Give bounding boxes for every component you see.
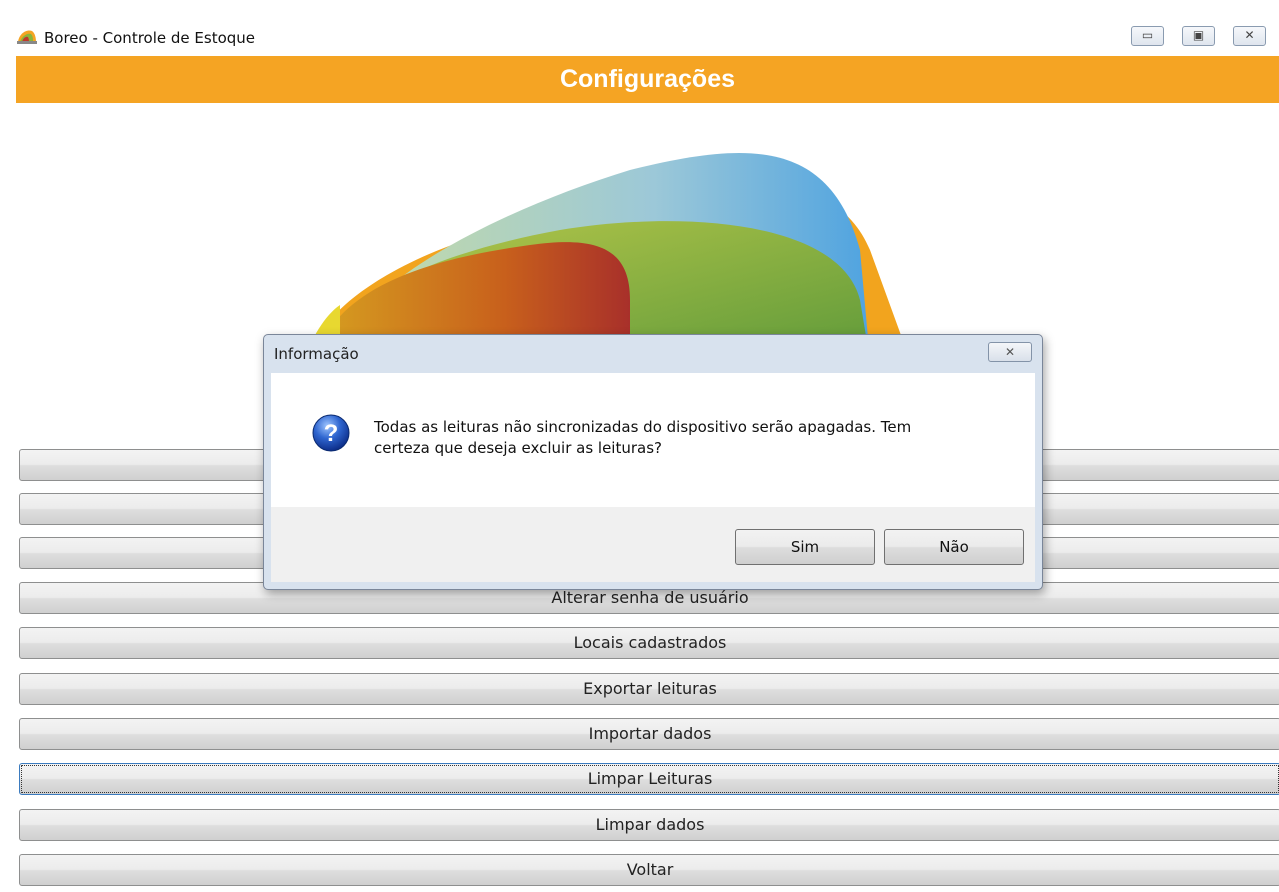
app-logo-icon: [17, 30, 37, 44]
company-logo: [305, 152, 910, 360]
dialog-message-line-2: certeza que deseja excluir as leituras?: [374, 439, 662, 457]
maximize-button[interactable]: ▣: [1182, 26, 1215, 46]
header-band: Configurações: [16, 56, 1279, 103]
minimize-button[interactable]: ▭: [1131, 26, 1164, 46]
clear-data-button[interactable]: Limpar dados: [19, 809, 1279, 841]
close-icon: ✕: [1004, 345, 1016, 359]
svg-text:?: ?: [324, 420, 339, 447]
dialog-title: Informação: [274, 345, 359, 363]
dialog-body: ? Todas as leituras não sincronizadas do…: [271, 373, 1035, 507]
dialog-message-line-1: Todas as leituras não sincronizadas do d…: [374, 418, 912, 436]
clear-readings-button[interactable]: Limpar Leituras: [19, 763, 1279, 795]
close-button[interactable]: ✕: [1233, 26, 1266, 46]
confirm-dialog: Informação ✕ ? Todas as leituras não sin…: [263, 334, 1043, 590]
import-data-button[interactable]: Importar dados: [19, 718, 1279, 750]
no-button[interactable]: Não: [884, 529, 1024, 565]
registered-locations-button[interactable]: Locais cadastrados: [19, 627, 1279, 659]
window-title: Boreo - Controle de Estoque: [44, 29, 256, 47]
dialog-message: Todas as leituras não sincronizadas do d…: [374, 417, 1004, 459]
export-readings-button[interactable]: Exportar leituras: [19, 673, 1279, 705]
question-icon: ?: [312, 414, 350, 452]
back-button[interactable]: Voltar: [19, 854, 1279, 886]
close-icon: ✕: [1244, 28, 1255, 42]
dialog-footer: Sim Não: [271, 507, 1035, 582]
dialog-close-button[interactable]: ✕: [988, 342, 1032, 362]
main-window: Boreo - Controle de Estoque ▭ ▣ ✕ Config…: [0, 0, 1279, 892]
page-title: Configurações: [559, 65, 736, 93]
minimize-icon: ▭: [1141, 28, 1154, 42]
title-bar: Boreo - Controle de Estoque ▭ ▣ ✕: [0, 14, 1279, 54]
maximize-icon: ▣: [1192, 28, 1205, 42]
yes-button[interactable]: Sim: [735, 529, 875, 565]
